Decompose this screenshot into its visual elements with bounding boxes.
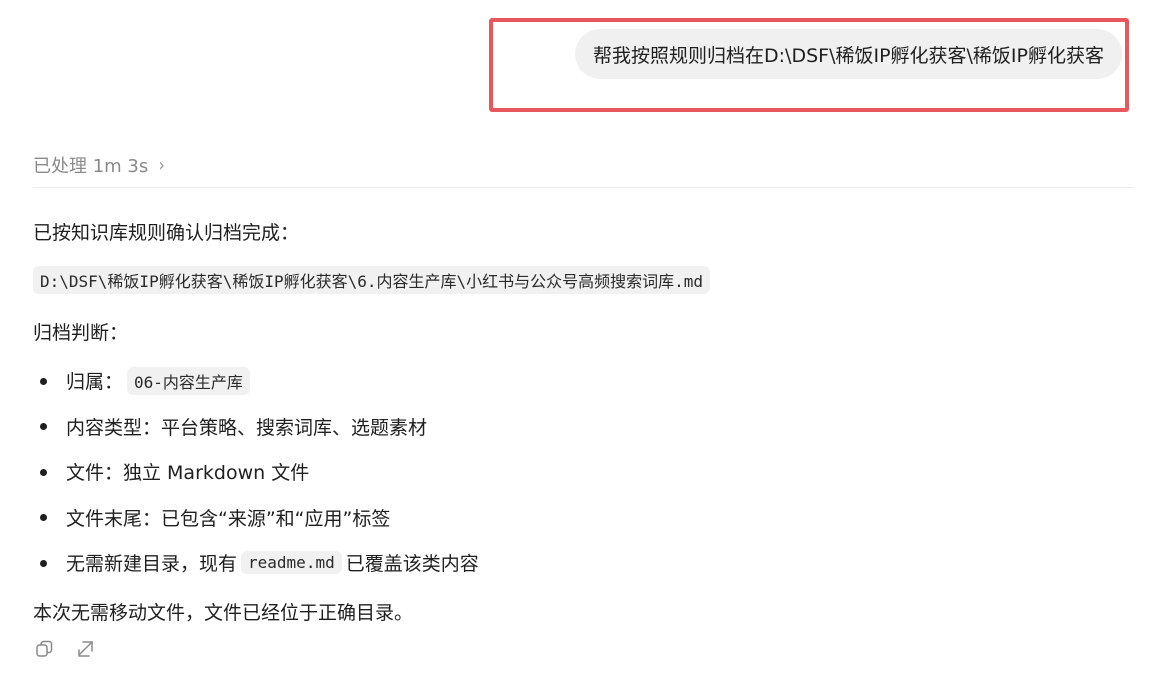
- divider: [33, 187, 1134, 188]
- bullet-text: 文件末尾：已包含“来源”和“应用”标签: [66, 507, 391, 530]
- chevron-right-icon: ›: [158, 154, 165, 176]
- list-item: 文件：独立 Markdown 文件: [33, 449, 479, 495]
- user-message-text: 帮我按照规则归档在D:\DSF\稀饭IP孵化获客\稀饭IP孵化获客: [593, 44, 1104, 67]
- archive-path-code: D:\DSF\稀饭IP孵化获客\稀饭IP孵化获客\6.内容生产库\小红书与公众号…: [33, 266, 711, 294]
- list-item: 内容类型：平台策略、搜索词库、选题素材: [33, 404, 479, 450]
- bullet-text: 归属：: [66, 371, 124, 394]
- bullet-text: 无需新建目录，现有: [66, 553, 238, 576]
- bullet-dot: [40, 423, 47, 431]
- judgement-heading: 归档判断：: [33, 322, 129, 344]
- list-item: 归属： 06-内容生产库: [33, 358, 479, 404]
- response-intro: 已按知识库规则确认归档完成：: [33, 222, 300, 244]
- list-item: 无需新建目录，现有 readme.md 已覆盖该类内容: [33, 540, 479, 586]
- copy-icon: [36, 640, 53, 657]
- bullet-text-suffix: 已覆盖该类内容: [345, 553, 479, 576]
- bullet-dot: [40, 514, 47, 522]
- share-button[interactable]: [75, 638, 97, 660]
- bullet-dot: [40, 559, 47, 567]
- bullet-text: 内容类型：平台策略、搜索词库、选题素材: [66, 416, 428, 439]
- inline-code: 06-内容生产库: [127, 366, 250, 395]
- copy-button[interactable]: [33, 638, 55, 660]
- share-icon: [78, 641, 93, 657]
- message-actions: [33, 638, 97, 660]
- bullet-text: 文件：独立 Markdown 文件: [66, 462, 310, 485]
- bullet-dot: [40, 377, 47, 385]
- response-conclusion: 本次无需移动文件，文件已经位于正确目录。: [33, 602, 414, 624]
- user-message-bubble: 帮我按照规则归档在D:\DSF\稀饭IP孵化获客\稀饭IP孵化获客: [575, 29, 1122, 79]
- list-item: 文件末尾：已包含“来源”和“应用”标签: [33, 495, 479, 541]
- processing-status-toggle[interactable]: 已处理 1m 3s ›: [33, 152, 165, 178]
- inline-code: readme.md: [241, 551, 342, 575]
- processing-status-label: 已处理 1m 3s: [33, 156, 149, 177]
- judgement-list: 归属： 06-内容生产库 内容类型：平台策略、搜索词库、选题素材 文件：独立 M…: [33, 358, 479, 586]
- bullet-dot: [40, 468, 47, 476]
